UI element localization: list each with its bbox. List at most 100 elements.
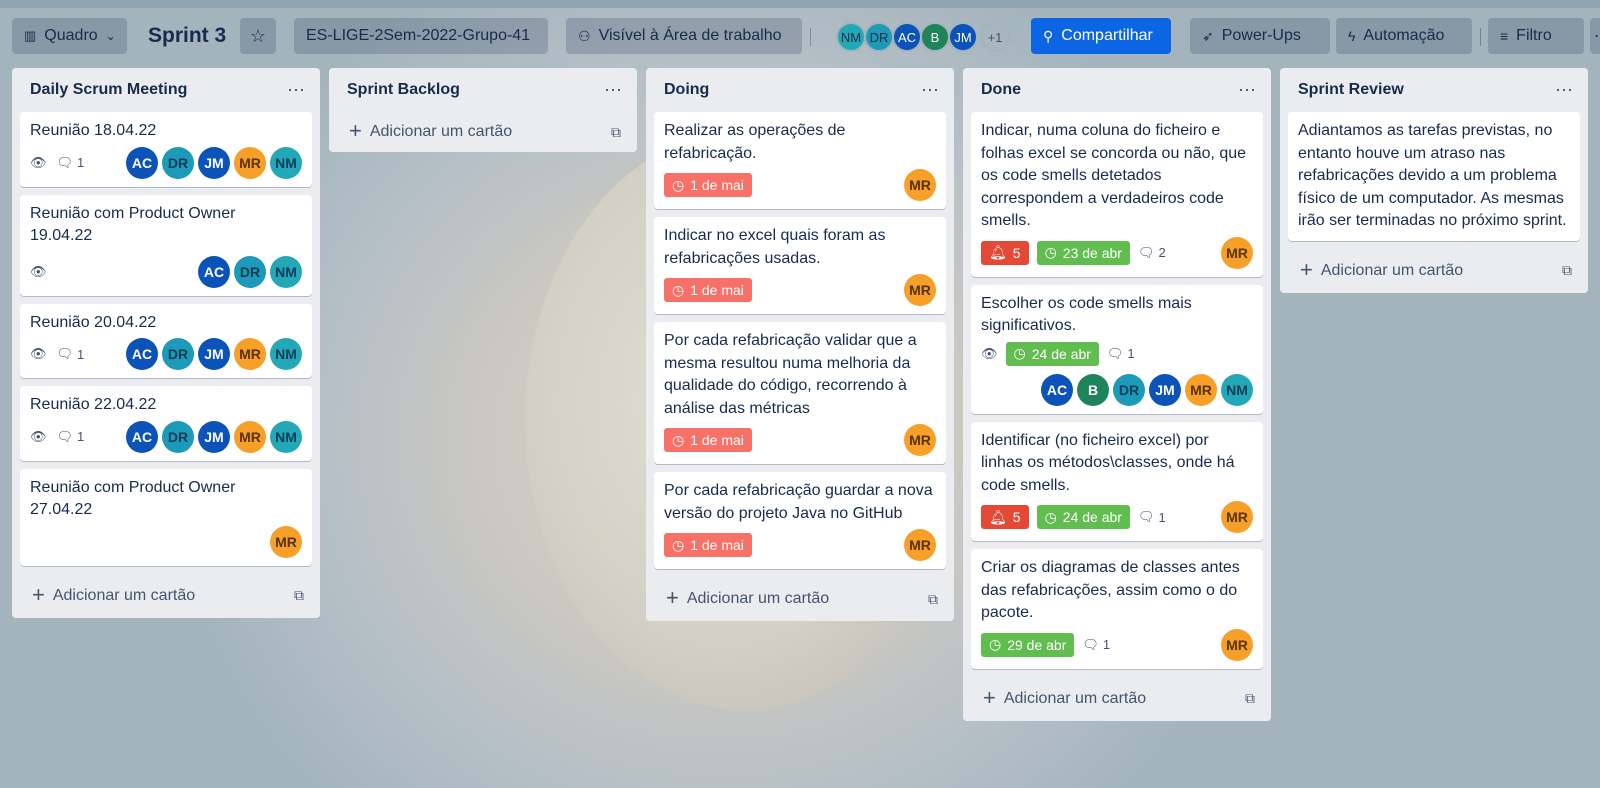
visibility-label: Visível à Área de trabalho [598,27,782,44]
avatar[interactable]: DR [162,420,194,453]
due-date-badge[interactable]: ◷ 1 de mai [664,278,752,302]
card[interactable]: Identificar (no ficheiro excel) por linh… [971,421,1263,541]
list-menu-icon[interactable]: ⋯ [604,80,623,101]
card[interactable]: Reunião 18.04.22 👁 🗨 1 AC DR JM MR NM [20,112,312,187]
star-button[interactable]: ☆ [240,18,276,54]
list-title[interactable]: Daily Scrum Meeting [30,81,187,99]
alert-badge[interactable]: 🔔︎ 5 [981,240,1029,265]
list-menu-icon[interactable]: ⋯ [921,80,940,101]
card[interactable]: Adiantamos as tarefas previstas, no enta… [1288,112,1580,241]
avatar[interactable]: MR [1221,501,1253,533]
due-date-badge[interactable]: ◷ 23 de abr [1036,240,1130,265]
card[interactable]: Realizar as operações de refabricação. ◷… [654,112,946,209]
card[interactable]: Reunião 22.04.22 👁 🗨 1 AC DR JM MR NM [20,386,312,461]
add-card-button[interactable]: + Adicionar um cartão ⧉ [654,577,946,621]
add-card-button[interactable]: + Adicionar um cartão ⧉ [1288,249,1580,293]
card[interactable]: Indicar, numa coluna do ficheiro e folha… [971,112,1263,277]
avatar[interactable]: JM [198,146,230,179]
avatar[interactable]: NM [270,338,302,370]
template-icon[interactable]: ⧉ [928,591,938,608]
visibility-button[interactable]: ⚇ Visível à Área de trabalho [566,18,802,54]
due-date-badge[interactable]: ◷ 1 de mai [664,173,752,197]
card-members: MR [270,525,302,558]
alert-badge[interactable]: 🔔︎ 5 [981,505,1029,529]
avatar[interactable]: MR [234,146,266,179]
list-sprint-review[interactable]: Sprint Review ⋯ Adiantamos as tarefas pr… [1280,68,1588,293]
automation-button[interactable]: ϟ Automação [1336,18,1472,54]
avatar[interactable]: NM [1221,373,1253,406]
card[interactable]: Indicar no excel quais foram as refabric… [654,217,946,314]
avatar[interactable]: MR [234,338,266,370]
card[interactable]: Reunião 20.04.22 👁 🗨 1 AC DR JM MR NM [20,303,312,378]
avatar[interactable]: MR [270,525,302,558]
board-view-icon: ▥ [24,28,37,43]
list-title[interactable]: Sprint Review [1298,81,1404,99]
avatar[interactable]: AC [198,255,230,288]
list-menu-icon[interactable]: ⋯ [287,80,306,101]
list-done[interactable]: Done ⋯ Indicar, numa coluna do ficheiro … [963,68,1271,721]
board-title[interactable]: Sprint 3 [148,24,226,48]
member-avatar-dr[interactable]: DR [864,22,894,52]
avatar[interactable]: DR [234,255,266,288]
list-title[interactable]: Sprint Backlog [347,81,460,99]
card[interactable]: Criar os diagramas de classes antes das … [971,549,1263,669]
template-icon[interactable]: ⧉ [1245,690,1255,707]
due-date-badge[interactable]: ◷ 1 de mai [664,533,752,557]
member-avatar-jm[interactable]: JM [948,22,978,52]
card[interactable]: Reunião com Product Owner 19.04.22 👁 AC … [20,194,312,296]
due-date-badge[interactable]: ◷ 1 de mai [664,428,752,452]
due-date-badge[interactable]: ◷ 24 de abr [1005,341,1099,366]
template-icon[interactable]: ⧉ [611,124,621,141]
avatar[interactable]: AC [126,420,158,453]
avatar[interactable]: MR [1185,373,1217,406]
list-doing[interactable]: Doing ⋯ Realizar as operações de refabri… [646,68,954,621]
avatar[interactable]: NM [270,255,302,288]
list-title[interactable]: Doing [664,81,709,99]
avatar[interactable]: MR [234,420,266,453]
avatar[interactable]: DR [1113,373,1145,406]
avatar[interactable]: MR [904,529,936,561]
template-icon[interactable]: ⧉ [294,587,304,604]
add-card-button[interactable]: + Adicionar um cartão ⧉ [337,112,629,152]
power-ups-button[interactable]: ➶ Power-Ups [1190,18,1330,54]
avatar[interactable]: AC [1041,373,1073,406]
avatar[interactable]: MR [904,169,936,201]
avatar[interactable]: DR [162,146,194,179]
member-avatar-b[interactable]: B [920,22,950,52]
avatar[interactable]: MR [1221,236,1253,269]
avatar[interactable]: B [1077,373,1109,406]
list-menu-icon[interactable]: ⋯ [1555,80,1574,101]
filter-button[interactable]: ≡ Filtro [1488,18,1584,54]
list-menu-icon[interactable]: ⋯ [1238,80,1257,101]
add-card-button[interactable]: + Adicionar um cartão ⧉ [20,574,312,618]
workspace-button[interactable]: ES-LIGE-2Sem-2022-Grupo-41 [294,18,548,54]
avatar[interactable]: DR [162,338,194,370]
avatar[interactable]: MR [904,424,936,456]
more-menu-button[interactable]: ⋯ [1590,18,1600,54]
avatar[interactable]: AC [126,146,158,179]
avatar[interactable]: MR [1221,628,1253,661]
more-members-button[interactable]: +1 [980,22,1010,52]
avatar[interactable]: JM [1149,373,1181,406]
member-avatar-nm[interactable]: NM [836,22,866,52]
due-date-badge[interactable]: ◷ 24 de abr [1036,505,1130,529]
list-title[interactable]: Done [981,81,1021,99]
avatar[interactable]: NM [270,420,302,453]
card[interactable]: Por cada refabricação validar que a mesm… [654,322,946,464]
template-icon[interactable]: ⧉ [1562,262,1572,279]
member-avatar-ac[interactable]: AC [892,22,922,52]
share-button[interactable]: ⚲ Compartilhar [1031,18,1171,54]
avatar[interactable]: NM [270,146,302,179]
card[interactable]: Escolher os code smells mais significati… [971,284,1263,414]
add-card-button[interactable]: + Adicionar um cartão ⧉ [971,677,1263,721]
card[interactable]: Por cada refabricação guardar a nova ver… [654,472,946,569]
card[interactable]: Reunião com Product Owner 27.04.22 MR [20,468,312,566]
avatar[interactable]: AC [126,338,158,370]
avatar[interactable]: MR [904,274,936,306]
view-switcher[interactable]: ▥ Quadro ⌄ [12,18,127,54]
avatar[interactable]: JM [198,420,230,453]
due-date-badge[interactable]: ◷ 29 de abr [981,632,1075,657]
avatar[interactable]: JM [198,338,230,370]
list-daily-scrum[interactable]: Daily Scrum Meeting ⋯ Reunião 18.04.22 👁… [12,68,320,618]
list-sprint-backlog[interactable]: Sprint Backlog ⋯ + Adicionar um cartão ⧉ [329,68,637,152]
